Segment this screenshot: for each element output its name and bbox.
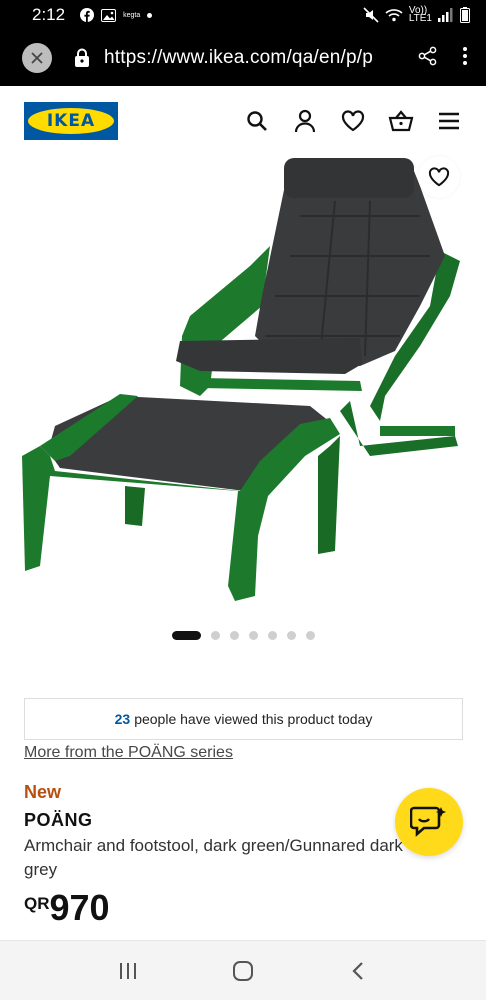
network-label: Vo)) LTE1 xyxy=(408,5,432,24)
product-description: Armchair and footstool, dark green/Gunna… xyxy=(24,836,403,879)
search-icon[interactable] xyxy=(244,108,270,134)
site-header: IKEA xyxy=(0,86,486,156)
carousel-dot[interactable] xyxy=(172,631,201,640)
chat-assistant-button[interactable] xyxy=(395,788,463,856)
lock-icon xyxy=(74,48,90,68)
product-image[interactable] xyxy=(0,156,486,616)
dot-icon xyxy=(147,12,153,18)
carousel-dot[interactable] xyxy=(230,631,239,640)
product-price: QR 970 xyxy=(24,888,110,928)
viewed-text: people have viewed this product today xyxy=(134,711,373,727)
wifi-icon xyxy=(385,8,403,22)
carousel-dot[interactable] xyxy=(249,631,258,640)
series-link[interactable]: More from the POÄNG series xyxy=(24,744,233,762)
status-bar: 2:12 kegta Vo)) LTE1 xyxy=(0,0,486,30)
account-icon[interactable] xyxy=(292,108,318,134)
ikea-logo[interactable]: IKEA xyxy=(24,102,118,140)
android-nav-bar xyxy=(0,940,486,1000)
chat-icon xyxy=(410,806,446,837)
share-icon[interactable] xyxy=(418,46,438,71)
image-icon xyxy=(101,8,117,22)
home-icon[interactable] xyxy=(223,951,263,991)
menu-icon[interactable] xyxy=(436,108,462,134)
image-carousel-indicator[interactable] xyxy=(172,631,315,640)
basket-icon[interactable] xyxy=(388,108,414,134)
url-text[interactable]: https://www.ikea.com/qa/en/p/p xyxy=(104,47,382,69)
signal-icon xyxy=(438,8,454,22)
price-currency: QR xyxy=(24,894,50,913)
carousel-dot[interactable] xyxy=(306,631,315,640)
product-name: POÄNG xyxy=(24,810,93,830)
new-badge: New xyxy=(24,782,62,802)
close-icon xyxy=(31,52,43,64)
status-time: 2:12 xyxy=(32,5,66,24)
browser-url-bar: https://www.ikea.com/qa/en/p/p xyxy=(0,30,486,86)
mute-icon xyxy=(363,7,379,23)
notification-label: kegta xyxy=(123,11,141,19)
price-value: 970 xyxy=(49,887,110,928)
heart-icon xyxy=(428,167,450,187)
viewed-count: 23 xyxy=(114,711,131,727)
battery-icon xyxy=(460,7,470,23)
back-icon[interactable] xyxy=(338,951,378,991)
more-options-icon[interactable] xyxy=(462,46,468,71)
carousel-dot[interactable] xyxy=(268,631,277,640)
add-to-favourites-button[interactable] xyxy=(418,156,460,198)
carousel-dot[interactable] xyxy=(287,631,296,640)
recent-apps-icon[interactable] xyxy=(108,951,148,991)
heart-icon[interactable] xyxy=(340,108,366,134)
viewed-count-banner: 23 people have viewed this product today xyxy=(24,698,463,740)
close-tab-button[interactable] xyxy=(22,43,52,73)
carousel-dot[interactable] xyxy=(211,631,220,640)
facebook-icon xyxy=(80,8,95,22)
